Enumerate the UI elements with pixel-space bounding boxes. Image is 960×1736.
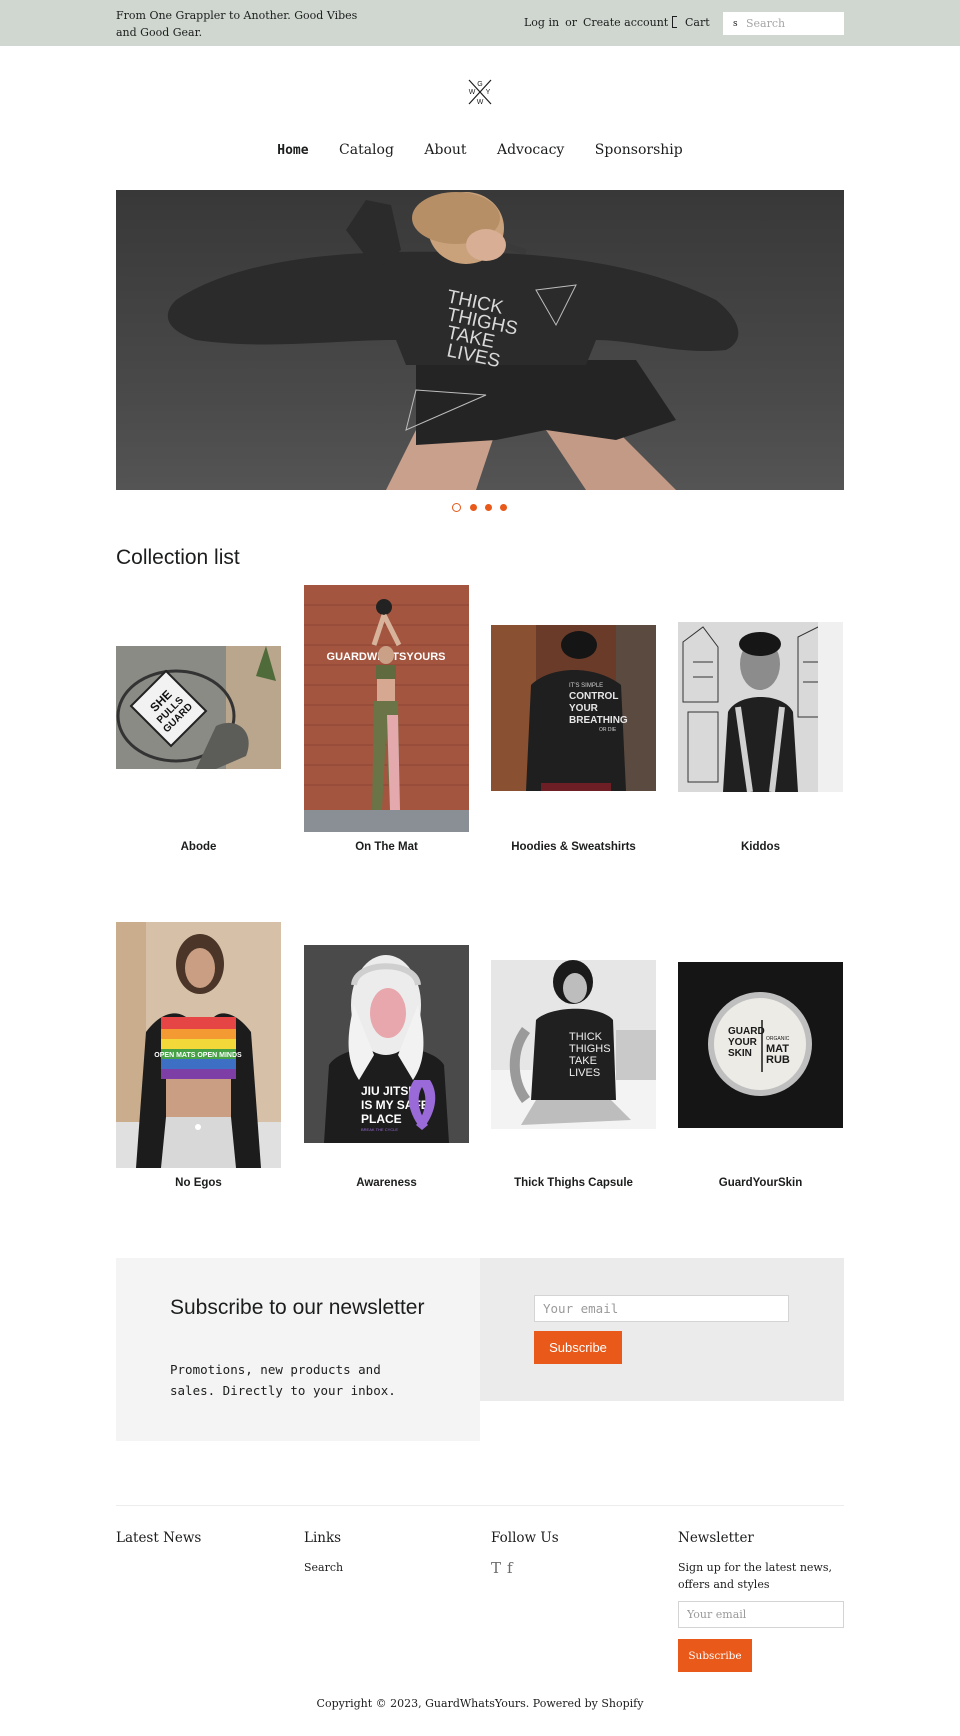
abode-image: SHE PULLS GUARD: [116, 646, 281, 769]
collection-label-guardyourskin[interactable]: GuardYourSkin: [678, 1177, 843, 1189]
logo-letter-left: W: [469, 89, 476, 96]
footer-social-icons: Tf: [491, 1559, 519, 1577]
nav-home[interactable]: Home: [277, 143, 308, 158]
facebook-icon[interactable]: f: [507, 1559, 513, 1577]
skin-print-1: GUARD: [728, 1026, 765, 1037]
slide-dot-2[interactable]: [470, 504, 477, 511]
collection-tile-no-egos[interactable]: OPEN MATS OPEN MINDS: [116, 922, 281, 1168]
collection-label-no-egos[interactable]: No Egos: [116, 1177, 281, 1189]
thick-thighs-print-3: TAKE: [569, 1055, 597, 1067]
nav-sponsorship[interactable]: Sponsorship: [595, 142, 683, 158]
skin-print-2: YOUR: [728, 1037, 758, 1048]
footer-newsletter-text: Sign up for the latest news, offers and …: [678, 1561, 832, 1591]
footer-latest-news-title: Latest News: [116, 1530, 202, 1546]
on-the-mat-image: GUARDWHATSYOURS: [304, 585, 469, 832]
newsletter-title: Subscribe to our newsletter: [170, 1296, 425, 1319]
collection-list-title: Collection list: [116, 546, 240, 569]
awareness-print-4: BREAK THE CYCLE: [361, 1127, 398, 1132]
hoodies-print-3: YOUR: [569, 703, 599, 714]
collection-tile-awareness[interactable]: JIU JITSU IS MY SAFE PLACE BREAK THE CYC…: [304, 945, 469, 1143]
site-logo[interactable]: G W Y W: [466, 77, 494, 107]
collection-label-abode[interactable]: Abode: [116, 841, 281, 853]
logo-letter-bottom: W: [477, 99, 484, 106]
nav-catalog[interactable]: Catalog: [339, 142, 394, 158]
footer-links-title: Links: [304, 1530, 342, 1546]
logo-letter-top: G: [477, 81, 482, 88]
newsletter-panel: Subscribe to our newsletter Promotions, …: [116, 1258, 480, 1441]
hero-slideshow[interactable]: THICK THIGHS TAKE LIVES: [116, 190, 844, 490]
newsletter-subscribe-button[interactable]: Subscribe: [534, 1331, 622, 1364]
footer-subscribe-button[interactable]: Subscribe: [678, 1639, 752, 1672]
copyright-text: Copyright © 2023, GuardWhatsYours. Power…: [316, 1697, 644, 1710]
hoodies-print-4: BREATHING: [569, 715, 628, 726]
thick-thighs-print-4: LIVES: [569, 1067, 600, 1079]
thick-thighs-print-2: THIGHS: [569, 1043, 611, 1055]
guardyourskin-image: GUARD YOUR SKIN ORGANIC MAT RUB: [678, 962, 843, 1128]
nav-about[interactable]: About: [424, 142, 466, 158]
footer-follow-title: Follow Us: [491, 1530, 559, 1546]
hoodies-print-2: CONTROL: [569, 691, 618, 702]
no-egos-print: OPEN MATS OPEN MINDS: [154, 1052, 242, 1059]
slide-dot-4[interactable]: [500, 504, 507, 511]
slide-dot-3[interactable]: [485, 504, 492, 511]
collection-label-awareness[interactable]: Awareness: [304, 1177, 469, 1189]
collection-label-thick-thighs[interactable]: Thick Thighs Capsule: [491, 1177, 656, 1189]
collection-tile-on-the-mat[interactable]: GUARDWHATSYOURS: [304, 585, 469, 832]
collection-label-hoodies[interactable]: Hoodies & Sweatshirts: [491, 841, 656, 853]
awareness-print-1: JIU JITSU: [361, 1084, 417, 1098]
footer-divider: [116, 1505, 844, 1506]
newsletter-form: Subscribe: [480, 1258, 844, 1401]
no-egos-image: OPEN MATS OPEN MINDS: [116, 922, 281, 1168]
skin-print-6: RUB: [766, 1054, 790, 1066]
footer-link-search[interactable]: Search: [304, 1561, 343, 1574]
cart-icon: [672, 16, 677, 28]
hoodies-print-5: OR DIE: [599, 727, 617, 733]
hoodies-image: IT'S SIMPLE CONTROL YOUR BREATHING OR DI…: [491, 625, 656, 791]
newsletter-email-input[interactable]: [534, 1295, 789, 1322]
login-link[interactable]: Log in: [524, 16, 559, 29]
nav-advocacy[interactable]: Advocacy: [497, 142, 564, 158]
skin-print-4: ORGANIC: [766, 1036, 790, 1042]
collection-tile-guardyourskin[interactable]: GUARD YOUR SKIN ORGANIC MAT RUB: [678, 962, 843, 1128]
header-search: s: [723, 12, 844, 35]
collection-tile-kiddos[interactable]: [678, 622, 843, 792]
collection-tile-hoodies[interactable]: IT'S SIMPLE CONTROL YOUR BREATHING OR DI…: [491, 625, 656, 791]
collection-label-kiddos[interactable]: Kiddos: [678, 841, 843, 853]
newsletter-subtitle: Promotions, new products and sales. Dire…: [170, 1362, 396, 1398]
cart-link[interactable]: Cart: [672, 16, 710, 29]
cart-label: Cart: [685, 16, 710, 29]
search-icon[interactable]: s: [733, 19, 738, 29]
awareness-print-3: PLACE: [361, 1112, 402, 1126]
collection-tile-thick-thighs[interactable]: THICK THIGHS TAKE LIVES: [491, 960, 656, 1129]
announcement-bar: From One Grappler to Another. Good Vibes…: [0, 0, 960, 46]
hoodies-print-1: IT'S SIMPLE: [569, 683, 603, 689]
thick-thighs-image: THICK THIGHS TAKE LIVES: [491, 960, 656, 1129]
collection-label-on-the-mat[interactable]: On The Mat: [304, 841, 469, 853]
awareness-image: JIU JITSU IS MY SAFE PLACE BREAK THE CYC…: [304, 945, 469, 1143]
announcement-tagline: From One Grappler to Another. Good Vibes…: [116, 9, 358, 39]
skin-print-3: SKIN: [728, 1048, 752, 1059]
footer-newsletter-input[interactable]: [678, 1601, 844, 1628]
search-input[interactable]: [746, 12, 842, 35]
or-separator: or: [565, 16, 577, 29]
twitter-icon[interactable]: T: [491, 1559, 501, 1577]
collection-tile-abode[interactable]: SHE PULLS GUARD: [116, 646, 281, 769]
logo-letter-right: Y: [486, 89, 491, 96]
hero-image: THICK THIGHS TAKE LIVES: [167, 192, 739, 490]
create-account-link[interactable]: Create account: [583, 16, 668, 29]
slide-dot-1[interactable]: [452, 503, 461, 512]
thick-thighs-print-1: THICK: [569, 1031, 603, 1043]
main-nav: Home Catalog About Advocacy Sponsorship: [0, 142, 960, 158]
kiddos-image: [678, 622, 843, 792]
footer-newsletter-title: Newsletter: [678, 1530, 754, 1546]
account-links: Log in or Create account: [524, 16, 668, 29]
